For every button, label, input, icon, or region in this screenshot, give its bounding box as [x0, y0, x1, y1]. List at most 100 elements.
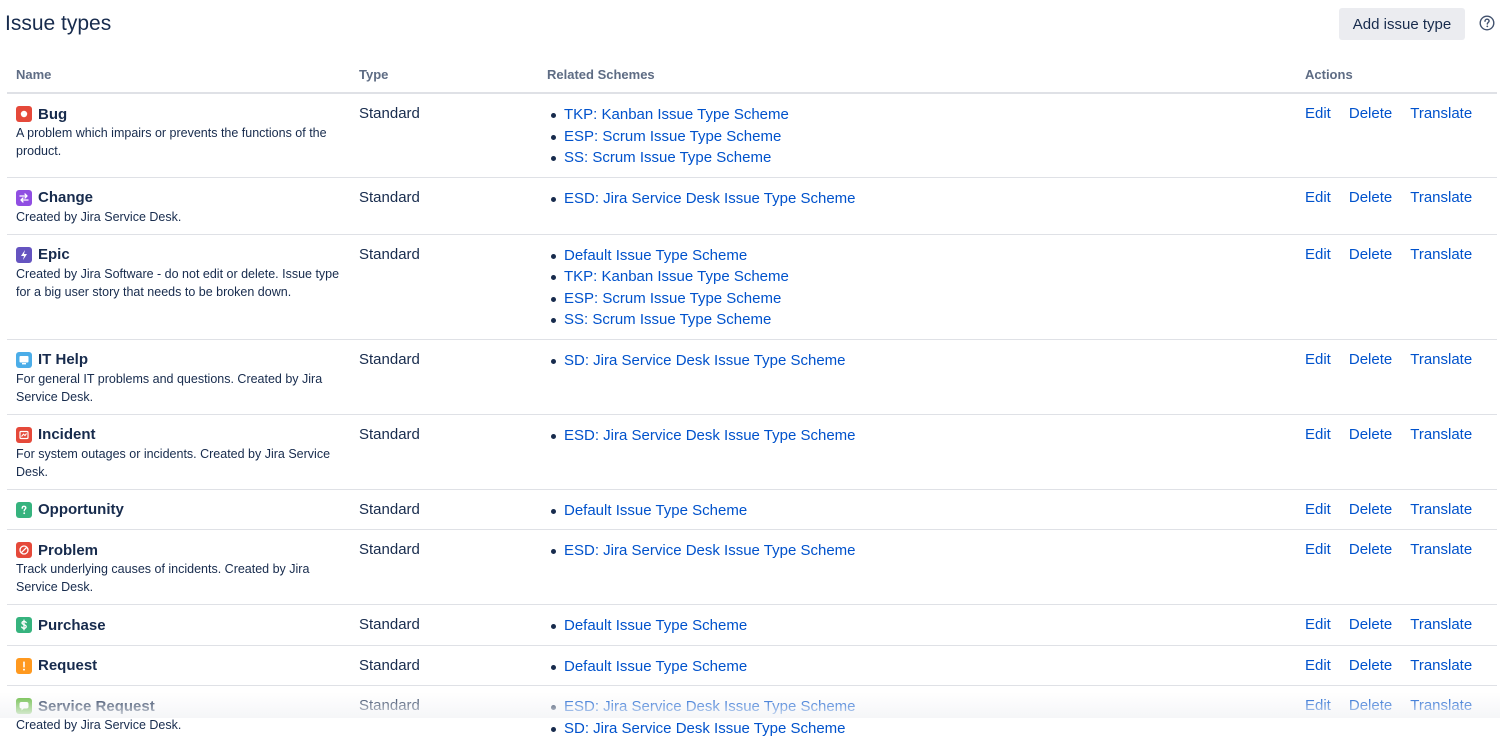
- scheme-link[interactable]: ESD: Jira Service Desk Issue Type Scheme: [564, 698, 856, 715]
- translate-link[interactable]: Translate: [1410, 500, 1472, 520]
- schemes-cell: Default Issue Type Scheme TKP: Kanban Iss…: [538, 234, 1296, 339]
- scheme-link[interactable]: SD: Jira Service Desk Issue Type Scheme: [564, 720, 846, 737]
- translate-link[interactable]: Translate: [1410, 350, 1472, 370]
- translate-link[interactable]: Translate: [1410, 425, 1472, 445]
- edit-link[interactable]: Edit: [1305, 350, 1331, 370]
- scheme-list: Default Issue Type Scheme: [547, 615, 1287, 637]
- schemes-cell: SD: Jira Service Desk Issue Type Scheme: [538, 339, 1296, 414]
- delete-link[interactable]: Delete: [1349, 425, 1392, 445]
- actions-cell: Edit Delete Translate: [1296, 177, 1497, 234]
- page-header: Issue types Add issue type: [0, 0, 1500, 60]
- table-row: Change Created by Jira Service Desk. Sta…: [7, 177, 1497, 234]
- issue-type-name: Bug: [38, 106, 67, 123]
- actions-cell: Edit Delete Translate: [1296, 93, 1497, 177]
- scheme-link[interactable]: ESP: Scrum Issue Type Scheme: [564, 290, 781, 307]
- actions-cell: Edit Delete Translate: [1296, 605, 1497, 646]
- scheme-link[interactable]: SD: Jira Service Desk Issue Type Scheme: [564, 352, 846, 369]
- actions-cell: Edit Delete Translate: [1296, 234, 1497, 339]
- help-circle-icon[interactable]: [1479, 15, 1495, 31]
- name-cell: Problem Track underlying causes of incid…: [7, 530, 350, 605]
- column-header-type: Type: [350, 62, 538, 93]
- issue-type-name: Change: [38, 189, 93, 206]
- edit-link[interactable]: Edit: [1305, 188, 1331, 208]
- type-cell: Standard: [350, 414, 538, 489]
- edit-link[interactable]: Edit: [1305, 696, 1331, 716]
- translate-link[interactable]: Translate: [1410, 188, 1472, 208]
- scheme-list-item: TKP: Kanban Issue Type Scheme: [551, 266, 1287, 288]
- edit-link[interactable]: Edit: [1305, 425, 1331, 445]
- edit-link[interactable]: Edit: [1305, 615, 1331, 635]
- table-row: Opportunity Standard Default Issue Type …: [7, 489, 1497, 530]
- edit-link[interactable]: Edit: [1305, 500, 1331, 520]
- scheme-link[interactable]: ESD: Jira Service Desk Issue Type Scheme: [564, 542, 856, 559]
- translate-link[interactable]: Translate: [1410, 540, 1472, 560]
- issue-types-table: Name Type Related Schemes Actions Bug A …: [7, 62, 1497, 747]
- scheme-link[interactable]: ESD: Jira Service Desk Issue Type Scheme: [564, 427, 856, 444]
- delete-link[interactable]: Delete: [1349, 696, 1392, 716]
- edit-link[interactable]: Edit: [1305, 656, 1331, 676]
- scheme-link[interactable]: ESD: Jira Service Desk Issue Type Scheme: [564, 190, 856, 207]
- service-request-icon: [16, 698, 32, 714]
- scheme-link[interactable]: SS: Scrum Issue Type Scheme: [564, 149, 771, 166]
- issue-type-description: Created by Jira Service Desk.: [16, 716, 341, 734]
- delete-link[interactable]: Delete: [1349, 540, 1392, 560]
- issue-type-name: Opportunity: [38, 501, 124, 518]
- schemes-cell: ESD: Jira Service Desk Issue Type Scheme: [538, 177, 1296, 234]
- translate-link[interactable]: Translate: [1410, 615, 1472, 635]
- scheme-link[interactable]: TKP: Kanban Issue Type Scheme: [564, 106, 789, 123]
- scheme-list-item: SS: Scrum Issue Type Scheme: [551, 147, 1287, 169]
- delete-link[interactable]: Delete: [1349, 500, 1392, 520]
- type-cell: Standard: [350, 93, 538, 177]
- name-cell: Bug A problem which impairs or prevents …: [7, 93, 350, 177]
- scheme-link[interactable]: ESP: Scrum Issue Type Scheme: [564, 128, 781, 145]
- type-cell: Standard: [350, 489, 538, 530]
- scheme-link[interactable]: Default Issue Type Scheme: [564, 502, 747, 519]
- epic-icon: [16, 247, 32, 263]
- translate-link[interactable]: Translate: [1410, 696, 1472, 716]
- scheme-link[interactable]: TKP: Kanban Issue Type Scheme: [564, 268, 789, 285]
- delete-link[interactable]: Delete: [1349, 656, 1392, 676]
- issue-type-name: Epic: [38, 246, 70, 263]
- edit-link[interactable]: Edit: [1305, 540, 1331, 560]
- translate-link[interactable]: Translate: [1410, 656, 1472, 676]
- type-cell: Standard: [350, 234, 538, 339]
- edit-link[interactable]: Edit: [1305, 104, 1331, 124]
- table-row: IT Help For general IT problems and ques…: [7, 339, 1497, 414]
- problem-icon: [16, 542, 32, 558]
- issue-type-description: For system outages or incidents. Created…: [16, 445, 341, 481]
- scheme-link[interactable]: Default Issue Type Scheme: [564, 658, 747, 675]
- table-header-row: Name Type Related Schemes Actions: [7, 62, 1497, 93]
- issue-type-name: Incident: [38, 426, 96, 443]
- delete-link[interactable]: Delete: [1349, 188, 1392, 208]
- scheme-link[interactable]: Default Issue Type Scheme: [564, 247, 747, 264]
- change-icon: [16, 190, 32, 206]
- delete-link[interactable]: Delete: [1349, 245, 1392, 265]
- scheme-list-item: ESD: Jira Service Desk Issue Type Scheme: [551, 188, 1287, 210]
- column-header-actions: Actions: [1296, 62, 1497, 93]
- delete-link[interactable]: Delete: [1349, 104, 1392, 124]
- translate-link[interactable]: Translate: [1410, 104, 1472, 124]
- edit-link[interactable]: Edit: [1305, 245, 1331, 265]
- delete-link[interactable]: Delete: [1349, 350, 1392, 370]
- translate-link[interactable]: Translate: [1410, 245, 1472, 265]
- schemes-cell: Default Issue Type Scheme: [538, 605, 1296, 646]
- type-cell: Standard: [350, 605, 538, 646]
- scheme-list-item: ESP: Scrum Issue Type Scheme: [551, 126, 1287, 148]
- column-header-schemes: Related Schemes: [538, 62, 1296, 93]
- schemes-cell: ESD: Jira Service Desk Issue Type Scheme…: [538, 686, 1296, 747]
- scheme-list: ESD: Jira Service Desk Issue Type Scheme: [547, 188, 1287, 210]
- actions-cell: Edit Delete Translate: [1296, 686, 1497, 747]
- issue-type-description: Created by Jira Service Desk.: [16, 208, 341, 226]
- scheme-list: Default Issue Type Scheme: [547, 500, 1287, 522]
- scheme-link[interactable]: SS: Scrum Issue Type Scheme: [564, 311, 771, 328]
- delete-link[interactable]: Delete: [1349, 615, 1392, 635]
- scheme-list-item: SD: Jira Service Desk Issue Type Scheme: [551, 718, 1287, 740]
- schemes-cell: Default Issue Type Scheme: [538, 645, 1296, 686]
- scheme-list-item: SD: Jira Service Desk Issue Type Scheme: [551, 350, 1287, 372]
- scheme-list-item: ESP: Scrum Issue Type Scheme: [551, 288, 1287, 310]
- add-issue-type-button[interactable]: Add issue type: [1339, 8, 1465, 40]
- page-title: Issue types: [5, 12, 111, 36]
- scheme-link[interactable]: Default Issue Type Scheme: [564, 617, 747, 634]
- actions-cell: Edit Delete Translate: [1296, 414, 1497, 489]
- column-header-name: Name: [7, 62, 350, 93]
